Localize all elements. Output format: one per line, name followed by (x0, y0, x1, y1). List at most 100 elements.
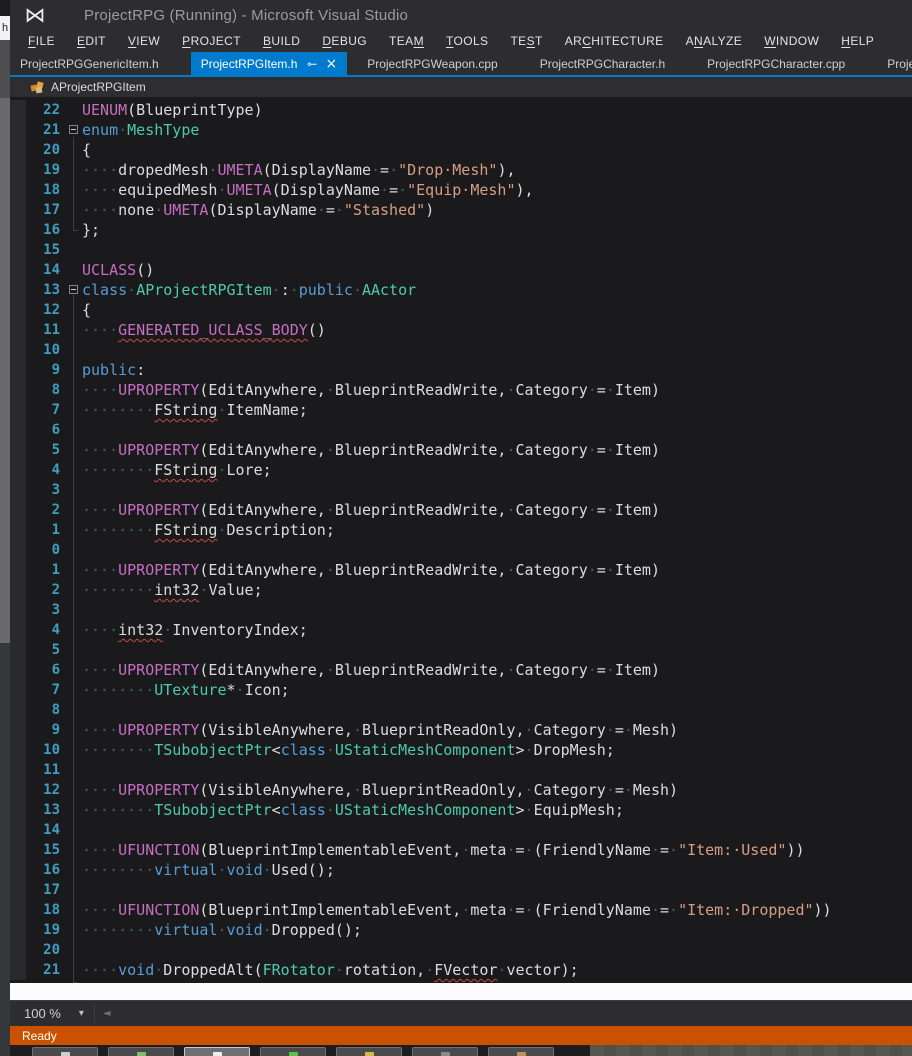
taskbar-button-2[interactable] (108, 1047, 174, 1056)
fold-margin[interactable] (68, 240, 82, 260)
fold-margin[interactable] (68, 620, 82, 640)
code-text[interactable]: ····UPROPERTY(EditAnywhere,·BlueprintRea… (82, 380, 912, 400)
breakpoint-margin[interactable] (10, 580, 26, 600)
breakpoint-margin[interactable] (10, 600, 26, 620)
background-window-tab[interactable]: h (0, 16, 10, 40)
breakpoint-margin[interactable] (10, 500, 26, 520)
fold-margin[interactable] (68, 580, 82, 600)
breakpoint-margin[interactable] (10, 460, 26, 480)
code-text[interactable]: ····UPROPERTY(EditAnywhere,·BlueprintRea… (82, 560, 912, 580)
code-text[interactable]: { (82, 300, 912, 320)
tab-projectrpgcharacter.cpp[interactable]: ProjectRPGCharacter.cpp (697, 52, 855, 75)
breakpoint-margin[interactable] (10, 940, 26, 960)
code-text[interactable]: ····dropedMesh·UMETA(DisplayName·=·"Drop… (82, 160, 912, 180)
fold-margin[interactable] (68, 520, 82, 540)
code-text[interactable] (82, 540, 912, 560)
fold-margin[interactable] (68, 500, 82, 520)
menu-item-test[interactable]: TEST (499, 30, 553, 52)
breakpoint-margin[interactable] (10, 240, 26, 260)
tab-projectrpgitem.h[interactable]: ProjectRPGItem.h⊸× (191, 52, 348, 75)
fold-margin[interactable] (68, 140, 82, 160)
code-text[interactable] (82, 940, 912, 960)
fold-margin[interactable] (68, 780, 82, 800)
menu-item-edit[interactable]: EDIT (66, 30, 117, 52)
breakpoint-margin[interactable] (10, 380, 26, 400)
menu-item-window[interactable]: WINDOW (753, 30, 830, 52)
menu-item-architecture[interactable]: ARCHITECTURE (554, 30, 675, 52)
code-text[interactable]: ····int32·InventoryIndex; (82, 620, 912, 640)
code-text[interactable] (82, 700, 912, 720)
taskbar-button-6[interactable] (412, 1047, 478, 1056)
menu-item-view[interactable]: VIEW (117, 30, 171, 52)
breakpoint-margin[interactable] (10, 880, 26, 900)
breakpoint-margin[interactable] (10, 720, 26, 740)
breakpoint-margin[interactable] (10, 700, 26, 720)
fold-margin[interactable] (68, 460, 82, 480)
breakpoint-margin[interactable] (10, 660, 26, 680)
fold-margin[interactable] (68, 400, 82, 420)
fold-margin[interactable] (68, 560, 82, 580)
code-text[interactable]: ····equipedMesh·UMETA(DisplayName·=·"Equ… (82, 180, 912, 200)
breakpoint-margin[interactable] (10, 100, 26, 120)
breakpoint-margin[interactable] (10, 400, 26, 420)
fold-margin[interactable] (68, 100, 82, 120)
breakpoint-margin[interactable] (10, 800, 26, 820)
menu-item-analyze[interactable]: ANALYZE (675, 30, 754, 52)
fold-margin[interactable] (68, 840, 82, 860)
fold-margin[interactable] (68, 800, 82, 820)
fold-margin[interactable] (68, 340, 82, 360)
collapse-icon[interactable] (69, 125, 78, 134)
fold-margin[interactable] (68, 860, 82, 880)
chevron-down-icon[interactable]: ▾ (79, 1008, 84, 1019)
breakpoint-margin[interactable] (10, 320, 26, 340)
fold-margin[interactable] (68, 680, 82, 700)
taskbar-button-4[interactable] (260, 1047, 326, 1056)
menu-item-debug[interactable]: DEBUG (311, 30, 378, 52)
breakpoint-margin[interactable] (10, 220, 26, 240)
code-text[interactable]: }; (82, 220, 912, 240)
code-text[interactable] (82, 340, 912, 360)
breakpoint-margin[interactable] (10, 860, 26, 880)
fold-margin[interactable] (68, 940, 82, 960)
fold-margin[interactable] (68, 380, 82, 400)
fold-margin[interactable] (68, 720, 82, 740)
menu-item-project[interactable]: PROJECT (171, 30, 252, 52)
fold-margin[interactable] (68, 120, 82, 140)
tab-projectrpgcharacter.h[interactable]: ProjectRPGCharacter.h (530, 52, 675, 75)
breakpoint-margin[interactable] (10, 160, 26, 180)
breakpoint-margin[interactable] (10, 520, 26, 540)
fold-margin[interactable] (68, 900, 82, 920)
zoom-control[interactable]: 100 % ▾ (10, 1001, 94, 1026)
code-text[interactable]: public: (82, 360, 912, 380)
fold-margin[interactable] (68, 360, 82, 380)
fold-margin[interactable] (68, 200, 82, 220)
code-text[interactable] (82, 760, 912, 780)
fold-margin[interactable] (68, 740, 82, 760)
code-text[interactable] (82, 600, 912, 620)
fold-margin[interactable] (68, 640, 82, 660)
code-text[interactable]: ········TSubobjectPtr<class·UStaticMeshC… (82, 800, 912, 820)
menu-item-file[interactable]: FILE (17, 30, 66, 52)
code-text[interactable]: ········int32·Value; (82, 580, 912, 600)
close-icon[interactable]: × (325, 57, 337, 71)
fold-margin[interactable] (68, 660, 82, 680)
code-text[interactable]: ········FString·Lore; (82, 460, 912, 480)
pin-icon[interactable]: ⊸ (307, 57, 317, 71)
breakpoint-margin[interactable] (10, 200, 26, 220)
horizontal-scrollbar[interactable] (119, 1001, 912, 1026)
code-text[interactable]: class·AProjectRPGItem·:·public·AActor (82, 280, 912, 300)
fold-margin[interactable] (68, 280, 82, 300)
code-text[interactable]: ····UPROPERTY(EditAnywhere,·BlueprintRea… (82, 440, 912, 460)
breakpoint-margin[interactable] (10, 180, 26, 200)
code-text[interactable] (82, 640, 912, 660)
code-text[interactable]: ········UTexture*·Icon; (82, 680, 912, 700)
breakpoint-margin[interactable] (10, 740, 26, 760)
fold-margin[interactable] (68, 700, 82, 720)
code-text[interactable]: ····UFUNCTION(BlueprintImplementableEven… (82, 900, 912, 920)
menu-item-build[interactable]: BUILD (252, 30, 311, 52)
tab-projectrpggenericitem.h[interactable]: ProjectRPGGenericItem.h (10, 52, 169, 75)
fold-margin[interactable] (68, 760, 82, 780)
fold-margin[interactable] (68, 440, 82, 460)
code-text[interactable]: ····UPROPERTY(VisibleAnywhere,·Blueprint… (82, 780, 912, 800)
code-text[interactable] (82, 820, 912, 840)
